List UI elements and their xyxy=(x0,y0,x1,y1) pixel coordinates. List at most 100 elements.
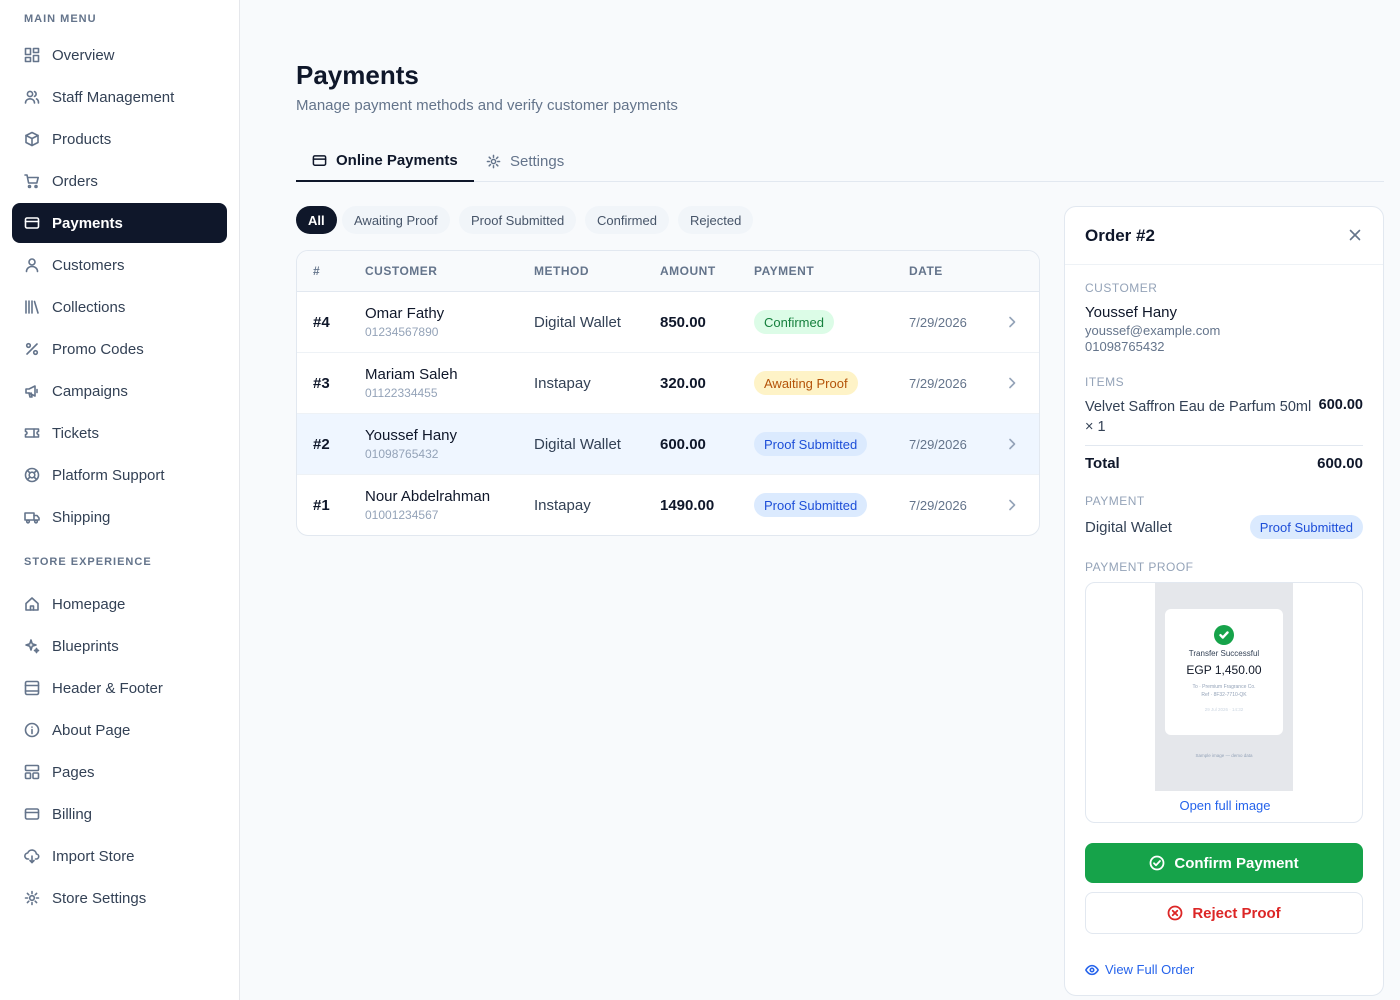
chevron-right-icon[interactable] xyxy=(1004,436,1020,452)
table-row[interactable]: #2 Youssef Hany 01098765432 Digital Wall… xyxy=(297,414,1039,475)
truck-icon xyxy=(24,509,40,525)
filter-proof-submitted[interactable]: Proof Submitted xyxy=(459,206,577,234)
order-date: 7/29/2026 xyxy=(909,437,967,452)
store-experience-label: STORE EXPERIENCE xyxy=(24,556,152,568)
sidebar-item-billing[interactable]: Billing xyxy=(12,794,227,834)
sidebar-item-tickets[interactable]: Tickets xyxy=(12,413,227,453)
sidebar-item-customers[interactable]: Customers xyxy=(12,245,227,285)
sidebar-item-blueprints[interactable]: Blueprints xyxy=(12,626,227,666)
tab-online-payments[interactable]: Online Payments xyxy=(296,140,474,182)
ticket-icon xyxy=(24,425,40,441)
gear-icon xyxy=(486,154,501,168)
customer-name: Omar Fathy xyxy=(365,305,445,322)
item-price: 600.00 xyxy=(1318,397,1363,413)
chevron-right-icon[interactable] xyxy=(1004,314,1020,330)
sidebar-item-label: Header & Footer xyxy=(52,679,163,697)
close-icon[interactable] xyxy=(1347,227,1363,243)
sidebar-item-label: Staff Management xyxy=(52,88,175,106)
pages-icon xyxy=(24,764,40,780)
order-date: 7/29/2026 xyxy=(909,315,967,330)
box-icon xyxy=(24,131,40,147)
payment-proof-label: PAYMENT PROOF xyxy=(1085,560,1194,574)
receipt-title: Transfer Successful xyxy=(1188,649,1260,658)
users-icon xyxy=(24,89,40,105)
payments-table: # CUSTOMER METHOD AMOUNT PAYMENT DATE #4… xyxy=(296,250,1040,536)
chevron-right-icon[interactable] xyxy=(1004,375,1020,391)
receipt-amount: EGP 1,450.00 xyxy=(1186,663,1262,677)
sidebar: MAIN MENU Overview Staff Management Prod… xyxy=(0,0,240,1000)
order-date: 7/29/2026 xyxy=(909,498,967,513)
view-full-order-link[interactable]: View Full Order xyxy=(1085,962,1194,977)
table-row[interactable]: #4 Omar Fathy 01234567890 Digital Wallet… xyxy=(297,292,1039,353)
panel-divider xyxy=(1065,264,1383,265)
customer-name: Youssef Hany xyxy=(365,427,458,444)
sidebar-item-label: Billing xyxy=(52,805,93,823)
reject-proof-button[interactable]: Reject Proof xyxy=(1085,892,1363,934)
sidebar-item-import-store[interactable]: Import Store xyxy=(12,836,227,876)
sidebar-item-collections[interactable]: Collections xyxy=(12,287,227,327)
receipt-recipient: To · Premium Fragrance Co. xyxy=(1192,684,1256,690)
sidebar-item-overview[interactable]: Overview xyxy=(12,35,227,75)
tab-label: Online Payments xyxy=(336,151,458,169)
panel-title: Order #2 xyxy=(1085,226,1155,245)
sidebar-item-label: Orders xyxy=(52,172,98,190)
credit-card-icon xyxy=(312,154,327,166)
gear-icon xyxy=(24,890,40,906)
sidebar-item-header-footer[interactable]: Header & Footer xyxy=(12,668,227,708)
open-full-image-link[interactable]: Open full image xyxy=(1086,798,1364,813)
sidebar-item-label: Blueprints xyxy=(52,637,119,655)
status-badge: Confirmed xyxy=(754,310,834,334)
sidebar-item-label: Tickets xyxy=(52,424,99,442)
tab-bar: Online Payments Settings xyxy=(296,140,1384,182)
sidebar-item-promo-codes[interactable]: Promo Codes xyxy=(12,329,227,369)
table-row[interactable]: #1 Nour Abdelrahman 01001234567 Instapay… xyxy=(297,475,1039,535)
confirm-payment-label: Confirm Payment xyxy=(1174,854,1299,872)
home-icon xyxy=(24,596,40,612)
credit-card-icon xyxy=(24,215,40,231)
table-row[interactable]: #3 Mariam Saleh 01122334455 Instapay 320… xyxy=(297,353,1039,414)
filter-rejected[interactable]: Rejected xyxy=(678,206,754,234)
table-header: # CUSTOMER METHOD AMOUNT PAYMENT DATE xyxy=(297,251,1039,292)
receipt-reference: Ref · 8F32-7710-QK xyxy=(1201,692,1247,698)
confirm-payment-button[interactable]: Confirm Payment xyxy=(1085,843,1363,883)
total-value: 600.00 xyxy=(1317,455,1363,472)
sidebar-item-homepage[interactable]: Homepage xyxy=(12,584,227,624)
customer-section-label: CUSTOMER xyxy=(1085,281,1158,295)
filter-confirmed[interactable]: Confirmed xyxy=(585,206,669,234)
filter-awaiting-proof[interactable]: Awaiting Proof xyxy=(342,206,450,234)
column-header-customer: CUSTOMER xyxy=(365,264,438,278)
order-id: #1 xyxy=(313,497,330,514)
sidebar-item-shipping[interactable]: Shipping xyxy=(12,497,227,537)
check-circle-icon xyxy=(1214,625,1234,645)
payment-section-label: PAYMENT xyxy=(1085,494,1145,508)
column-header-payment: PAYMENT xyxy=(754,264,815,278)
receipt-card: Transfer Successful EGP 1,450.00 To · Pr… xyxy=(1165,609,1283,735)
sidebar-item-platform-support[interactable]: Platform Support xyxy=(12,455,227,495)
receipt-footer: Sample image — demo data xyxy=(1195,753,1253,758)
sidebar-item-label: Shipping xyxy=(52,508,111,526)
filter-all[interactable]: All xyxy=(296,206,337,234)
sidebar-item-products[interactable]: Products xyxy=(12,119,227,159)
sidebar-item-label: Promo Codes xyxy=(52,340,144,358)
sidebar-item-store-settings[interactable]: Store Settings xyxy=(12,878,227,918)
layout-icon xyxy=(24,680,40,696)
amount: 320.00 xyxy=(660,375,706,392)
payment-method: Digital Wallet xyxy=(1085,519,1172,536)
chevron-right-icon[interactable] xyxy=(1004,497,1020,513)
sidebar-item-campaigns[interactable]: Campaigns xyxy=(12,371,227,411)
status-badge: Proof Submitted xyxy=(1249,515,1363,539)
payment-proof-image[interactable]: Transfer Successful EGP 1,450.00 To · Pr… xyxy=(1155,583,1293,791)
customer-phone: 01234567890 xyxy=(365,325,439,339)
sidebar-item-payments[interactable]: Payments xyxy=(12,203,227,243)
sidebar-item-about-page[interactable]: About Page xyxy=(12,710,227,750)
sidebar-item-label: Import Store xyxy=(52,847,135,865)
sidebar-item-staff-management[interactable]: Staff Management xyxy=(12,77,227,117)
library-icon xyxy=(24,299,40,315)
column-header-date: DATE xyxy=(909,264,943,278)
customer-phone: 01001234567 xyxy=(365,508,439,522)
sidebar-item-orders[interactable]: Orders xyxy=(12,161,227,201)
tab-settings[interactable]: Settings xyxy=(486,140,564,182)
sidebar-item-label: Platform Support xyxy=(52,466,165,484)
status-badge: Proof Submitted xyxy=(754,493,868,517)
sidebar-item-pages[interactable]: Pages xyxy=(12,752,227,792)
